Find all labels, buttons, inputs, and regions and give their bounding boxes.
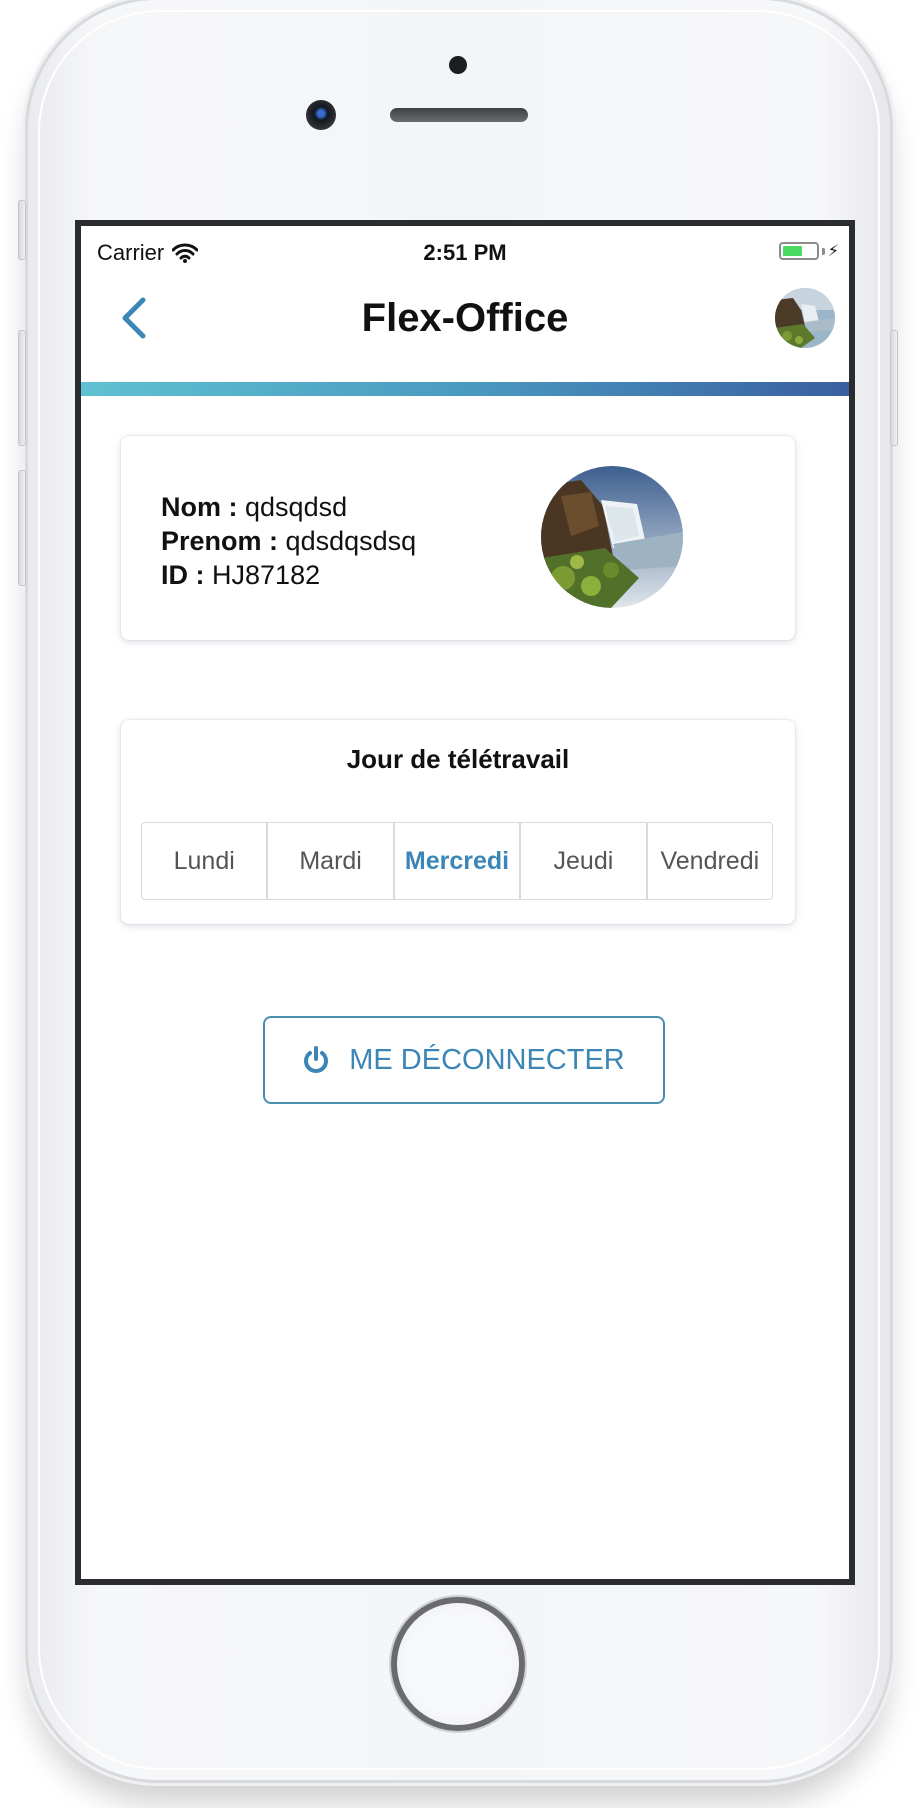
- avatar[interactable]: [775, 288, 835, 348]
- day-option-jeudi[interactable]: Jeudi: [521, 823, 648, 899]
- status-time: 2:51 PM: [423, 240, 507, 265]
- logout-button[interactable]: ME DÉCONNECTER: [263, 1016, 665, 1104]
- nom-row: Nom : qdsqdsd: [161, 490, 416, 524]
- earpiece-speaker: [390, 108, 528, 122]
- profile-photo: [541, 466, 683, 608]
- front-camera: [306, 100, 336, 130]
- status-bar: Carrier 2:51 PM ⚡: [81, 226, 849, 266]
- battery-icon: [778, 242, 819, 260]
- power-side-button: [890, 330, 898, 446]
- day-option-mardi[interactable]: Mardi: [268, 823, 395, 899]
- day-segmented-control: Lundi Mardi Mercredi Jeudi Vendredi: [141, 822, 773, 900]
- nom-value: qdsqdsd: [245, 492, 348, 522]
- header-gradient-divider: [81, 382, 849, 396]
- nom-label: Nom :: [161, 492, 238, 522]
- device-mockup: Carrier 2:51 PM ⚡ Flex-Office Nom: qdsq…: [0, 0, 916, 1808]
- waterfall-photo-icon: [541, 466, 683, 608]
- home-button[interactable]: [391, 1597, 525, 1731]
- app-screen: Carrier 2:51 PM ⚡ Flex-Office Nom: qdsq…: [75, 220, 855, 1585]
- profile-details: Nom : qdsqdsd Prenom : qdsdqsdsq ID : HJ…: [161, 490, 416, 592]
- page-title: Flex-Office: [361, 296, 569, 340]
- waterfall-photo-icon: [775, 288, 835, 348]
- remote-days-card: Jour de télétravail Lundi Mardi Mercredi…: [121, 720, 795, 924]
- day-option-lundi[interactable]: Lundi: [142, 823, 269, 899]
- power-icon: [303, 1046, 329, 1074]
- proximity-sensor: [449, 56, 467, 74]
- prenom-label: Prenom :: [161, 526, 279, 556]
- navigation-bar: Flex-Office: [81, 274, 849, 356]
- mute-switch: [18, 200, 26, 260]
- charging-bolt-icon: ⚡: [827, 243, 839, 260]
- prenom-row: Prenom : qdsdqsdsq: [161, 524, 416, 558]
- battery-tip: [821, 247, 825, 255]
- battery-indicator: ⚡: [778, 241, 839, 261]
- volume-down-button: [18, 470, 26, 586]
- prenom-value: qdsdqsdsq: [285, 526, 417, 556]
- battery-level: [782, 246, 802, 256]
- profile-card: Nom : qdsqdsd Prenom : qdsdqsdsq ID : HJ…: [121, 436, 795, 640]
- id-row: ID : HJ87182: [161, 558, 416, 592]
- logout-label: ME DÉCONNECTER: [349, 1043, 625, 1076]
- day-option-vendredi[interactable]: Vendredi: [648, 823, 772, 899]
- id-value: HJ87182: [212, 560, 321, 590]
- volume-up-button: [18, 330, 26, 446]
- remote-days-title: Jour de télétravail: [346, 744, 570, 774]
- day-option-mercredi[interactable]: Mercredi: [395, 823, 522, 899]
- id-label: ID :: [161, 560, 205, 590]
